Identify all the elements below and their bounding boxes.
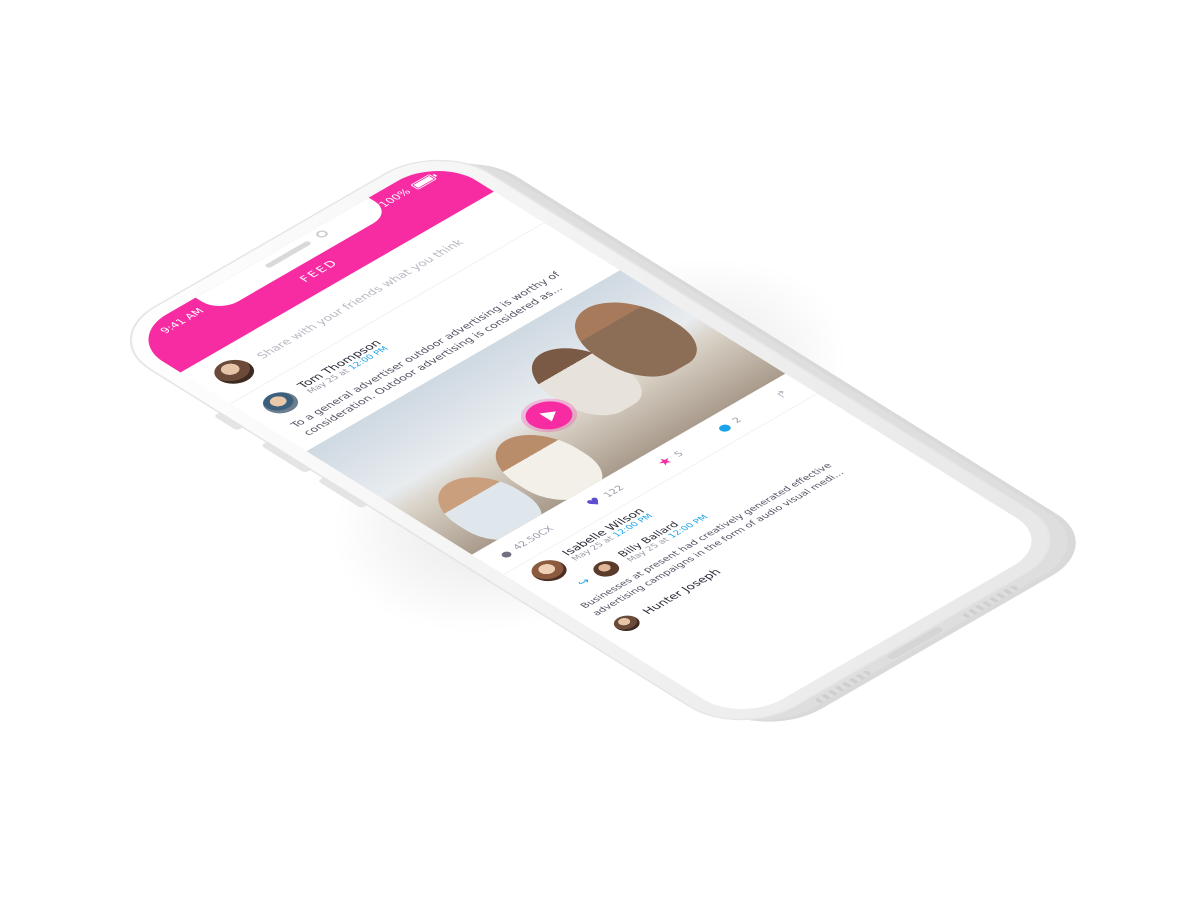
comments-value: 2 [730,416,745,425]
battery-icon [409,173,437,190]
stage: 9:41 AM 100% FEED Share with your friend… [0,0,1200,900]
status-time: 9:41 AM [157,306,207,336]
reply-arrow-icon: ↪ [573,575,594,588]
iso-phone: 9:41 AM 100% FEED Share with your friend… [102,143,1078,737]
mute-switch [213,412,244,431]
heart-icon: ♥ [583,495,607,510]
replier-avatar[interactable] [587,557,625,580]
star-icon: ★ [653,454,678,469]
share-icon: ↱ [771,387,794,401]
comment-bubble-icon: ● [713,421,736,435]
front-camera-icon [313,229,331,239]
phone-device: 9:41 AM 100% FEED Share with your friend… [102,143,1078,737]
stars-value: 5 [671,449,686,459]
avatar[interactable] [205,354,262,389]
star-button[interactable]: ★ 5 [654,449,688,469]
earpiece-speaker [264,240,313,269]
comment-button[interactable]: ● 2 [714,415,746,434]
battery-percent: 100% [376,186,414,210]
likes-value: 122 [601,484,627,500]
globe-icon: ● [496,548,515,560]
share-button[interactable]: ↱ [772,388,793,401]
